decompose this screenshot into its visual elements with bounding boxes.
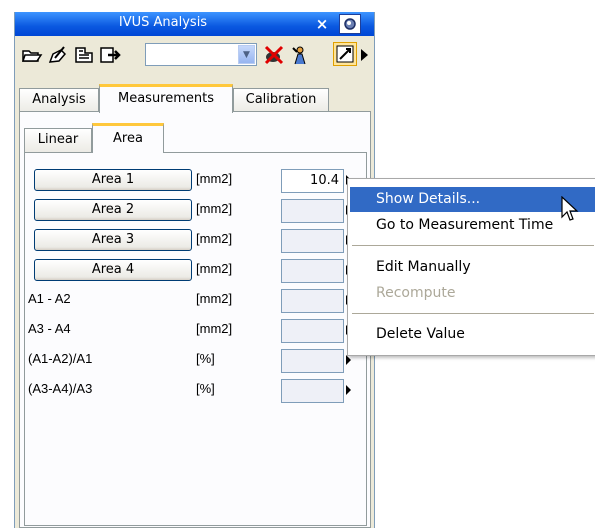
area-4-button[interactable]: Area 4: [34, 259, 192, 281]
main-tabs: Analysis Measurements Calibration: [15, 84, 374, 113]
measurements-pane: Linear Area Area 1 [mm2] 10.4 Area 2 [mm…: [19, 111, 371, 528]
area-3-button[interactable]: Area 3: [34, 229, 192, 251]
unit-label: [mm2]: [196, 291, 233, 306]
menu-separator: [352, 313, 594, 314]
measurement-row: Area 3 [mm2]: [25, 227, 366, 253]
measurement-row: A1 - A2 [mm2]: [25, 287, 366, 313]
tab-calibration[interactable]: Calibration: [233, 88, 329, 112]
measurement-label: (A3-A4)/A3: [28, 381, 93, 396]
tab-linear[interactable]: Linear: [24, 128, 92, 152]
unit-label: [mm2]: [196, 231, 233, 246]
value-field[interactable]: [281, 379, 344, 403]
value-field[interactable]: [281, 289, 344, 313]
measurement-label: A1 - A2: [28, 291, 71, 306]
value-field[interactable]: [281, 199, 344, 223]
unit-label: [mm2]: [196, 171, 233, 186]
measurement-label: A3 - A4: [28, 321, 71, 336]
measurement-row: A3 - A4 [mm2]: [25, 317, 366, 343]
menu-item-show-details[interactable]: Show Details...: [350, 187, 595, 212]
measurement-row: (A1-A2)/A1 [%]: [25, 347, 366, 373]
tab-analysis[interactable]: Analysis: [19, 88, 99, 112]
edit-pen-icon[interactable]: [47, 44, 69, 66]
menu-item-go-to-measurement-time[interactable]: Go to Measurement Time: [350, 213, 595, 238]
value-field[interactable]: [281, 319, 344, 343]
unit-label: [mm2]: [196, 261, 233, 276]
measurement-row: (A3-A4)/A3 [%]: [25, 377, 366, 403]
context-menu: Show Details... Go to Measurement Time E…: [347, 178, 595, 356]
pin-icon[interactable]: [339, 14, 361, 34]
tab-measurements[interactable]: Measurements: [99, 84, 233, 113]
cut-icon[interactable]: [73, 44, 95, 66]
sub-tabs: Linear Area: [20, 122, 370, 153]
unit-label: [%]: [196, 351, 215, 366]
title-bar[interactable]: IVUS Analysis ×: [15, 12, 374, 36]
value-field[interactable]: [281, 229, 344, 253]
toolbar: ▼: [15, 36, 374, 72]
unit-label: [%]: [196, 381, 215, 396]
measurement-label: (A1-A2)/A1: [28, 351, 93, 366]
area-1-button[interactable]: Area 1: [34, 169, 192, 191]
window-title: IVUS Analysis: [118, 15, 208, 30]
area-measurements: Area 1 [mm2] 10.4 Area 2 [mm2] Area 3 [m…: [24, 152, 367, 526]
measurement-combo[interactable]: ▼: [145, 43, 257, 66]
close-icon[interactable]: ×: [315, 17, 329, 32]
menu-item-delete-value[interactable]: Delete Value: [350, 322, 595, 347]
measurement-row: Area 1 [mm2] 10.4: [25, 167, 366, 193]
value-field[interactable]: [281, 259, 344, 283]
measurement-row: Area 4 [mm2]: [25, 257, 366, 283]
ivus-analysis-panel: IVUS Analysis × ▼ Analysis Measurements …: [14, 12, 375, 528]
tab-area[interactable]: Area: [92, 123, 164, 153]
menu-separator: [352, 245, 594, 246]
menu-arrow-icon[interactable]: [346, 385, 351, 395]
area-2-button[interactable]: Area 2: [34, 199, 192, 221]
toolbar-overflow-icon[interactable]: [361, 49, 368, 61]
mouse-cursor-icon: [561, 195, 581, 228]
person-pointer-icon[interactable]: [289, 44, 311, 66]
export-icon[interactable]: [99, 44, 121, 66]
unit-label: [mm2]: [196, 321, 233, 336]
highlight-icon[interactable]: [333, 42, 357, 66]
menu-item-edit-manually[interactable]: Edit Manually: [350, 255, 595, 280]
menu-arrow-icon[interactable]: [346, 355, 351, 365]
unit-label: [mm2]: [196, 201, 233, 216]
measurement-row: Area 2 [mm2]: [25, 197, 366, 223]
open-folder-icon[interactable]: [21, 44, 43, 66]
menu-item-recompute: Recompute: [376, 285, 456, 301]
value-field[interactable]: [281, 349, 344, 373]
value-field[interactable]: 10.4: [281, 169, 344, 193]
delete-measurement-icon[interactable]: [263, 44, 285, 66]
chevron-down-icon[interactable]: ▼: [238, 45, 255, 64]
